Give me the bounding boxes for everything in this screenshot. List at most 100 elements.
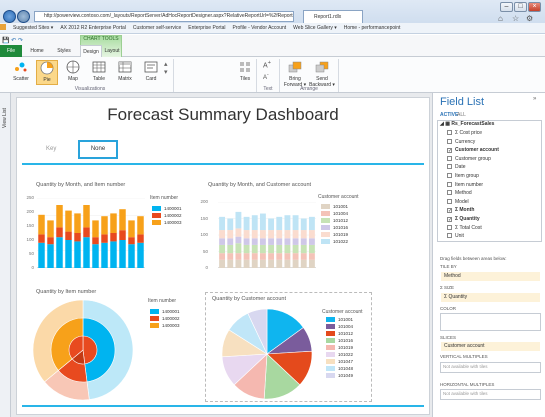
field-checkbox[interactable] (447, 198, 452, 204)
tab-styles[interactable]: Styles (52, 45, 76, 57)
favorite-link[interactable]: Profile - Vendor Account (233, 25, 287, 31)
dashboard-title[interactable]: Forecast Summary Dashboard (16, 105, 430, 125)
bar-segment[interactable] (119, 209, 126, 231)
favorite-link[interactable]: Suggested Sites ▾ (13, 25, 53, 31)
favorite-link[interactable]: Enterprise Portal (188, 25, 225, 31)
bar-segment[interactable] (65, 231, 72, 240)
pie-button[interactable]: Pie (36, 60, 58, 85)
legend-item[interactable]: 101019 (326, 344, 353, 351)
legend-item[interactable]: 101019 (321, 231, 348, 238)
scatter-button[interactable]: Scatter (10, 60, 32, 85)
bar-segment[interactable] (243, 259, 250, 268)
chart2-plot[interactable] (218, 202, 316, 272)
favorites-star-icon[interactable]: ☆ (512, 14, 519, 23)
home-icon[interactable]: ⌂ (498, 14, 503, 23)
bar-segment[interactable] (83, 205, 90, 228)
field-checkbox[interactable] (447, 138, 452, 144)
bar-segment[interactable] (284, 215, 291, 231)
bar-segment[interactable] (259, 230, 266, 239)
field-item[interactable]: Date (447, 163, 466, 171)
bar-segment[interactable] (292, 259, 299, 268)
bar-segment[interactable] (227, 230, 234, 239)
size-field[interactable]: Σ Quantity (441, 293, 540, 302)
bar-segment[interactable] (92, 220, 99, 238)
gear-icon[interactable]: ⚙ (526, 14, 533, 23)
bar-segment[interactable] (268, 230, 275, 239)
bar-segment[interactable] (300, 259, 307, 268)
bar-segment[interactable] (243, 238, 250, 245)
bar-segment[interactable] (137, 234, 144, 243)
bar-segment[interactable] (259, 213, 266, 231)
forward-button[interactable] (17, 10, 30, 23)
bar-segment[interactable] (259, 259, 266, 268)
save-icon[interactable]: 💾 ↶ ↷ (2, 37, 23, 44)
bar-segment[interactable] (47, 244, 54, 268)
vertical-multiples-drop-area[interactable]: Not available with tiles (440, 362, 541, 373)
bar-segment[interactable] (227, 244, 234, 254)
chart2-title[interactable]: Quantity by Month, and Customer account (208, 182, 311, 188)
field-checkbox[interactable]: ✓ (447, 208, 452, 214)
legend-item[interactable]: 101047 (326, 358, 353, 365)
bar-segment[interactable] (268, 259, 275, 268)
bar-segment[interactable] (235, 228, 242, 237)
bar-segment[interactable] (65, 240, 72, 268)
bar-segment[interactable] (83, 237, 90, 268)
bar-segment[interactable] (308, 244, 315, 254)
field-item[interactable]: Unit (447, 232, 464, 240)
bar-segment[interactable] (251, 238, 258, 245)
slicer-none-tile[interactable]: None (78, 140, 118, 159)
bar-segment[interactable] (308, 238, 315, 245)
field-item[interactable]: ✓ Σ Month (447, 206, 474, 214)
bar-segment[interactable] (308, 216, 315, 231)
legend-item[interactable]: 1400001 (150, 308, 180, 315)
bar-segment[interactable] (292, 230, 299, 239)
bar-segment[interactable] (292, 215, 299, 231)
bar-segment[interactable] (235, 259, 242, 268)
bar-segment[interactable] (92, 244, 99, 268)
tab-file[interactable]: File (0, 45, 22, 57)
bar-segment[interactable] (251, 230, 258, 239)
bar-segment[interactable] (308, 253, 315, 260)
field-item[interactable]: Method (447, 189, 472, 197)
chart1-plot[interactable] (37, 198, 145, 272)
bar-segment[interactable] (300, 230, 307, 239)
field-checkbox[interactable] (447, 155, 452, 161)
field-item[interactable]: ✓ Customer account (447, 146, 499, 154)
maximize-button[interactable]: □ (514, 2, 527, 12)
field-checkbox[interactable] (447, 181, 452, 187)
close-button[interactable]: × (528, 2, 541, 12)
favorite-link[interactable]: Customer self-service (133, 25, 181, 31)
chart3-title[interactable]: Quantity by Item number (36, 289, 96, 295)
bar-segment[interactable] (284, 238, 291, 245)
favorite-link[interactable]: AX 2012 R2 Enterprise Portal (60, 25, 126, 31)
bar-segment[interactable] (276, 253, 283, 260)
field-checkbox[interactable] (447, 173, 452, 178)
slicer-key-tile[interactable]: Key (46, 146, 56, 152)
bar-segment[interactable] (292, 244, 299, 254)
bar-segment[interactable] (101, 234, 108, 243)
tab-all[interactable]: ALL (457, 112, 466, 118)
field-item[interactable]: Model (447, 198, 469, 206)
bar-segment[interactable] (292, 253, 299, 260)
bar-segment[interactable] (284, 253, 291, 260)
field-checkbox[interactable] (447, 130, 452, 135)
font-shrink-icon[interactable]: A- (263, 72, 269, 81)
field-checkbox[interactable] (447, 190, 452, 196)
bar-segment[interactable] (276, 259, 283, 268)
bar-segment[interactable] (219, 216, 226, 231)
bar-segment[interactable] (259, 244, 266, 254)
field-checkbox[interactable] (447, 224, 452, 230)
bar-segment[interactable] (119, 240, 126, 268)
bar-segment[interactable] (268, 244, 275, 254)
bar-segment[interactable] (74, 233, 81, 242)
bar-segment[interactable] (284, 230, 291, 239)
bar-segment[interactable] (128, 237, 135, 245)
bar-segment[interactable] (219, 238, 226, 245)
bar-segment[interactable] (101, 216, 108, 235)
tab-layout[interactable]: Layout (102, 45, 122, 57)
bar-segment[interactable] (56, 205, 63, 228)
legend-item[interactable]: 101001 (326, 316, 353, 323)
tab-design[interactable]: Design (80, 45, 102, 57)
tab-home[interactable]: Home (26, 45, 48, 57)
field-item[interactable]: Customer group (447, 155, 491, 163)
